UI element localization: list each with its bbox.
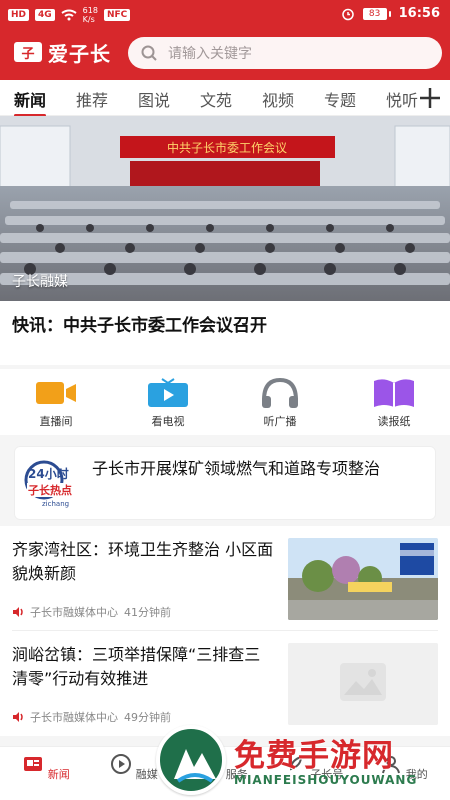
status-bar: HD 4G 618 K/s NFC 83 16:56	[0, 0, 450, 28]
tab-literature[interactable]: 文苑	[200, 87, 232, 111]
battery-cell: 83	[362, 7, 387, 20]
hot-badge-top: 24小时	[28, 466, 69, 481]
watermark-logo-icon	[156, 725, 226, 795]
book-icon	[372, 375, 416, 411]
news-thumbnail	[288, 538, 438, 620]
nfc-indicator: NFC	[103, 9, 131, 21]
hot-topic-text: 子长市开展煤矿领域燃气和道路专项整治	[92, 459, 381, 478]
hero-banner-text: 中共子长市委工作会议	[167, 140, 287, 155]
battery-level: 83	[363, 8, 386, 19]
news-meta: 子长市融媒体中心 49分钟前	[12, 709, 171, 725]
news-title: 涧峪岔镇：三项举措保障“三排查三清零”行动有效推进	[12, 645, 261, 688]
headline-card[interactable]: 快讯：中共子长市委工作会议召开	[0, 301, 450, 365]
news-list: 齐家湾社区：环境卫生齐整治 小区面貌焕新颜 子长市融媒体中心 41分钟前 涧峪岔…	[0, 526, 450, 736]
news-time: 41分钟前	[124, 606, 171, 619]
speaker-icon	[13, 712, 23, 722]
news-thumbnail	[288, 643, 438, 725]
add-tab-icon[interactable]	[418, 86, 442, 110]
news-icon	[24, 757, 43, 771]
brand[interactable]: 子 爱子长	[14, 36, 111, 68]
alarm-icon	[341, 7, 355, 21]
news-item[interactable]: 齐家湾社区：环境卫生齐整治 小区面貌焕新颜 子长市融媒体中心 41分钟前	[0, 526, 450, 631]
quick-tv-label: 看电视	[151, 415, 185, 428]
quick-links: 直播间 看电视 听广播 读报纸	[0, 369, 450, 435]
hot-badge: 24小时 子长热点 zichang	[22, 456, 86, 510]
quick-live[interactable]: 直播间	[16, 375, 96, 429]
watermark-title: 免费手游网	[234, 738, 394, 774]
nav-news-label: 新闻	[47, 768, 70, 781]
speaker-icon	[13, 607, 23, 617]
quick-live-label: 直播间	[39, 415, 73, 428]
nav-news[interactable]: 新闻	[16, 753, 76, 782]
camera-icon	[34, 375, 78, 411]
quick-radio-label: 听广播	[263, 415, 297, 428]
hot-badge-mid: 子长热点	[28, 483, 72, 497]
battery-indicator: 83	[362, 7, 391, 20]
headphones-icon	[258, 375, 302, 411]
status-left: HD 4G 618 K/s NFC	[8, 6, 131, 24]
quick-tv[interactable]: 看电视	[128, 375, 208, 429]
nav-media[interactable]: 融媒	[104, 753, 164, 782]
news-time: 49分钟前	[124, 711, 171, 724]
tab-topic[interactable]: 专题	[324, 87, 356, 111]
tab-video[interactable]: 视频	[262, 87, 294, 111]
hd-indicator: HD	[8, 9, 30, 21]
network-indicator: 4G	[35, 9, 55, 21]
news-item[interactable]: 涧峪岔镇：三项举措保障“三排查三清零”行动有效推进 子长市融媒体中心 49分钟前	[0, 631, 450, 736]
hero-banner[interactable]: 中共子长市委工作会议 子长融媒	[0, 116, 450, 301]
status-right: 83 16:56	[341, 6, 440, 21]
brand-logo-icon: 子	[14, 42, 42, 62]
hot-topic-card[interactable]: 24小时 子长热点 zichang 子长市开展煤矿领域燃气和道路专项整治	[14, 446, 436, 520]
quick-newspaper[interactable]: 读报纸	[354, 375, 434, 429]
quick-newspaper-label: 读报纸	[377, 415, 411, 428]
play-icon	[111, 754, 132, 774]
hero-watermark: 子长融媒	[12, 274, 68, 290]
tab-recommend[interactable]: 推荐	[76, 87, 108, 111]
app-header: HD 4G 618 K/s NFC 83 16:56 子 爱子长 请输入关键字	[0, 0, 450, 80]
battery-nub	[388, 10, 391, 17]
nav-media-label: 融媒	[135, 768, 158, 781]
search-input[interactable]	[168, 45, 428, 61]
tab-photo[interactable]: 图说	[138, 87, 170, 111]
news-source: 子长市融媒体中心	[30, 711, 118, 724]
wifi-icon	[61, 9, 77, 21]
hot-badge-bottom: zichang	[42, 500, 69, 508]
category-tabs: 新闻 推荐 图说 文苑 视频 专题 悦听	[0, 80, 450, 117]
news-title: 齐家湾社区：环境卫生齐整治 小区面貌焕新颜	[12, 540, 274, 583]
brand-name: 爱子长	[48, 41, 111, 66]
tv-icon	[146, 375, 190, 411]
quick-radio[interactable]: 听广播	[240, 375, 320, 429]
headline-text: 快讯：中共子长市委工作会议召开	[12, 316, 267, 336]
news-meta: 子长市融媒体中心 41分钟前	[12, 604, 171, 620]
status-time: 16:56	[398, 6, 440, 21]
tab-audio[interactable]: 悦听	[386, 87, 418, 111]
network-speed: 618 K/s	[82, 6, 98, 24]
site-watermark: 免费手游网 MIANFEISHOUYOUWANG	[156, 725, 440, 800]
tab-news[interactable]: 新闻	[14, 87, 47, 117]
search-icon	[140, 44, 158, 62]
image-placeholder-icon	[340, 663, 386, 701]
app-root: HD 4G 618 K/s NFC 83 16:56 子 爱子长 请输入关键字 …	[0, 0, 450, 800]
watermark-subtitle: MIANFEISHOUYOUWANG	[234, 773, 418, 787]
news-source: 子长市融媒体中心	[30, 606, 118, 619]
search-bar[interactable]	[128, 37, 442, 69]
